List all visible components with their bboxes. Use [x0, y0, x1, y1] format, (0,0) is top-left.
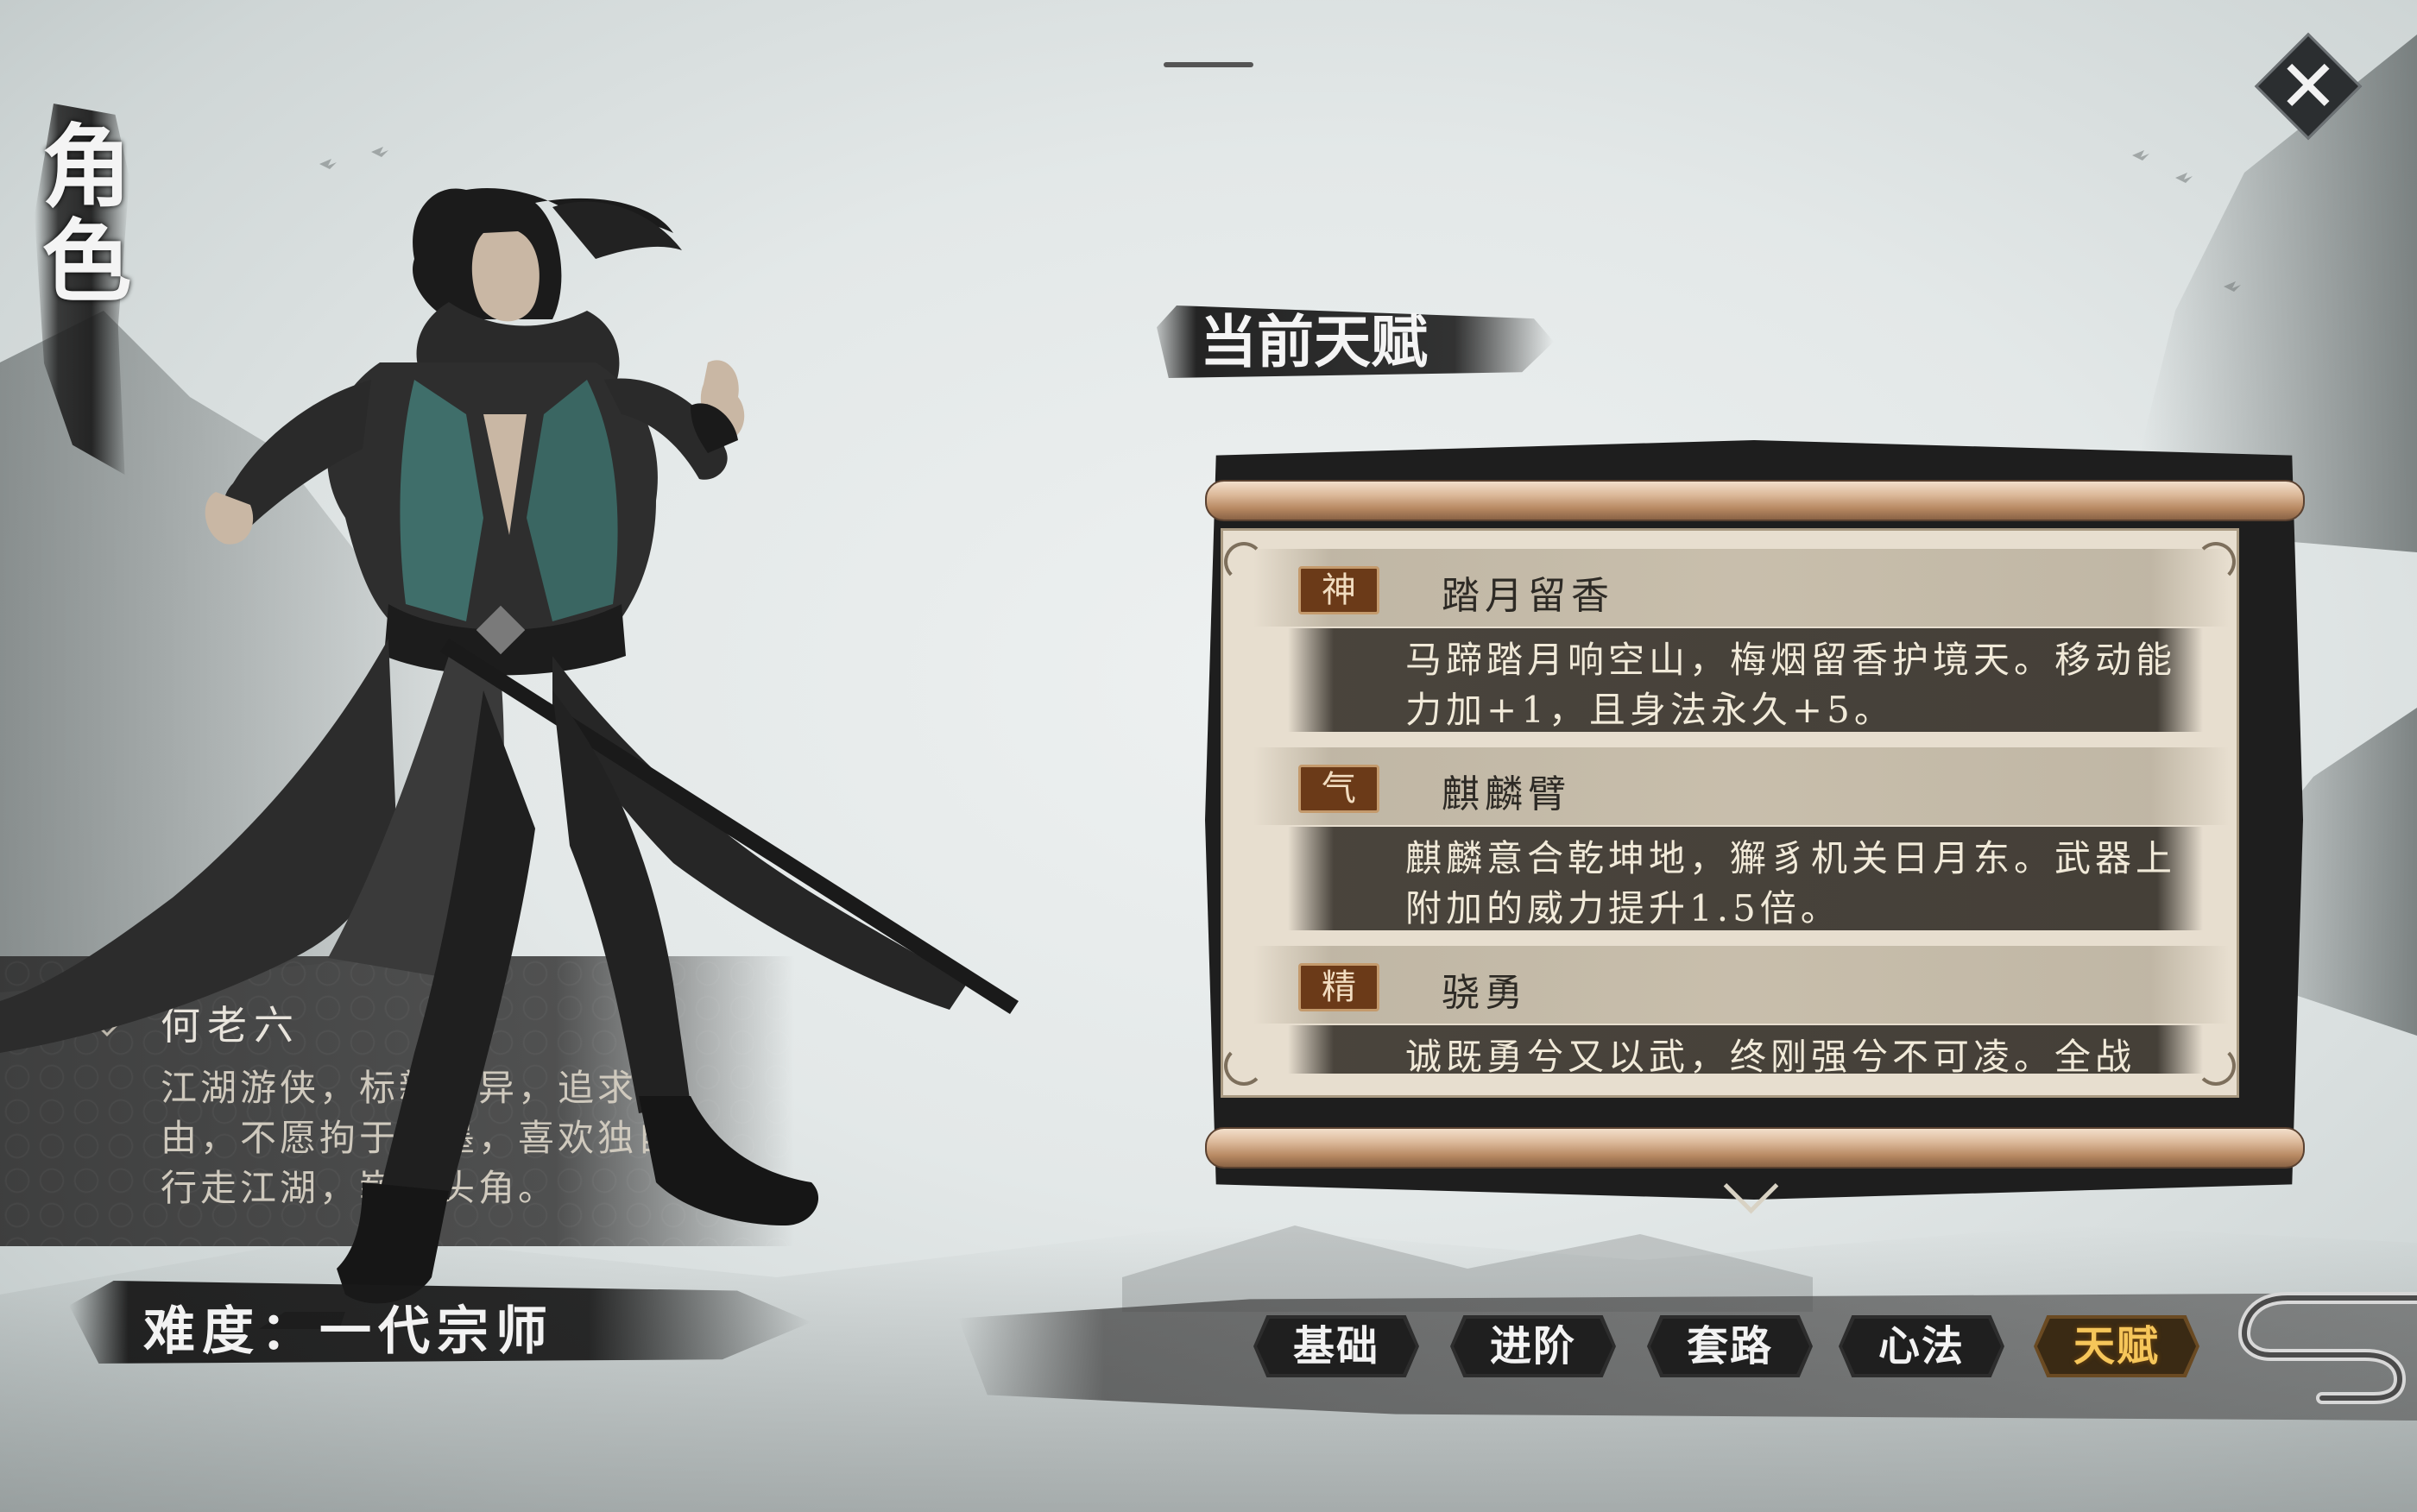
tab-label: 天赋: [2073, 1322, 2160, 1370]
talent-title-band: [1253, 946, 2229, 1024]
talent-name: 踏月留香: [1442, 574, 1614, 618]
talent-tag: 精: [1298, 963, 1379, 1011]
tab-mind-method[interactable]: 心法: [1839, 1315, 2004, 1377]
character-portrait: [0, 188, 1019, 1329]
talent-description: 诚既勇兮又以武，终刚强兮不可凌。全战: [1405, 1036, 2136, 1074]
close-button[interactable]: ✕: [2254, 32, 2363, 141]
talent-description: 麒麟意合乾坤地，獬豸机关日月东。武器上附加的威力提升1.5倍。: [1405, 837, 2177, 929]
tab-routines[interactable]: 套路: [1647, 1315, 1813, 1377]
drag-handle[interactable]: [1164, 62, 1253, 67]
talent-item[interactable]: 神 踏月留香 马蹄踏月响空山，梅烟留香护境天。移动能力加+1，且身法永久+5。: [1253, 549, 2229, 737]
talent-item[interactable]: 精 骁勇 诚既勇兮又以武，终刚强兮不可凌。全战: [1253, 946, 2229, 1074]
cloud-swirl-ornament: [2237, 1292, 2417, 1404]
tab-talent[interactable]: 天赋: [2034, 1315, 2199, 1377]
close-x-icon: ✕: [2277, 44, 2339, 129]
talent-description: 马蹄踏月响空山，梅烟留香护境天。移动能力加+1，且身法永久+5。: [1405, 639, 2177, 731]
tab-label: 进阶: [1489, 1322, 1576, 1370]
talent-name: 麒麟臂: [1442, 772, 1571, 816]
talent-title-band: [1253, 549, 2229, 627]
talent-tag: 神: [1298, 566, 1379, 614]
scroll-top-roller: [1205, 480, 2305, 521]
tab-label: 套路: [1686, 1322, 1773, 1370]
talent-item[interactable]: 气 麒麟臂 麒麟意合乾坤地，獬豸机关日月东。武器上附加的威力提升1.5倍。: [1253, 747, 2229, 936]
tab-basic[interactable]: 基础: [1253, 1315, 1419, 1377]
tab-label: 基础: [1292, 1322, 1379, 1370]
difficulty-label: 难度：一代宗师: [143, 1301, 554, 1362]
tab-advanced[interactable]: 进阶: [1450, 1315, 1616, 1377]
talent-panel-title: 当前天赋: [1200, 308, 1428, 375]
talent-title-band: [1253, 747, 2229, 825]
tab-label: 心法: [1877, 1322, 1965, 1370]
talent-tag: 气: [1298, 765, 1379, 813]
talent-name: 骁勇: [1442, 971, 1528, 1015]
